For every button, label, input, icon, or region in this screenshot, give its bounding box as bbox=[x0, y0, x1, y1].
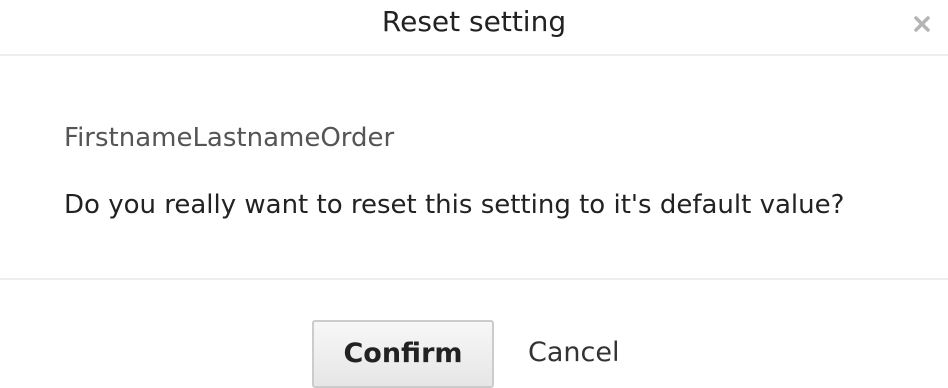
cancel-link[interactable]: Cancel bbox=[528, 336, 619, 370]
confirm-button[interactable]: Confirm bbox=[312, 320, 494, 388]
dialog-header: Reset setting bbox=[0, 0, 948, 56]
dialog-body: FirstnameLastnameOrder Do you really wan… bbox=[0, 60, 948, 280]
dialog-footer: Confirm Cancel bbox=[0, 280, 948, 388]
close-button[interactable] bbox=[910, 12, 934, 36]
dialog-title: Reset setting bbox=[381, 5, 567, 38]
close-icon bbox=[914, 16, 930, 32]
setting-name: FirstnameLastnameOrder bbox=[64, 123, 395, 153]
confirmation-question: Do you really want to reset this setting… bbox=[64, 190, 845, 220]
reset-setting-dialog: Reset setting FirstnameLastnameOrder Do … bbox=[0, 0, 948, 388]
